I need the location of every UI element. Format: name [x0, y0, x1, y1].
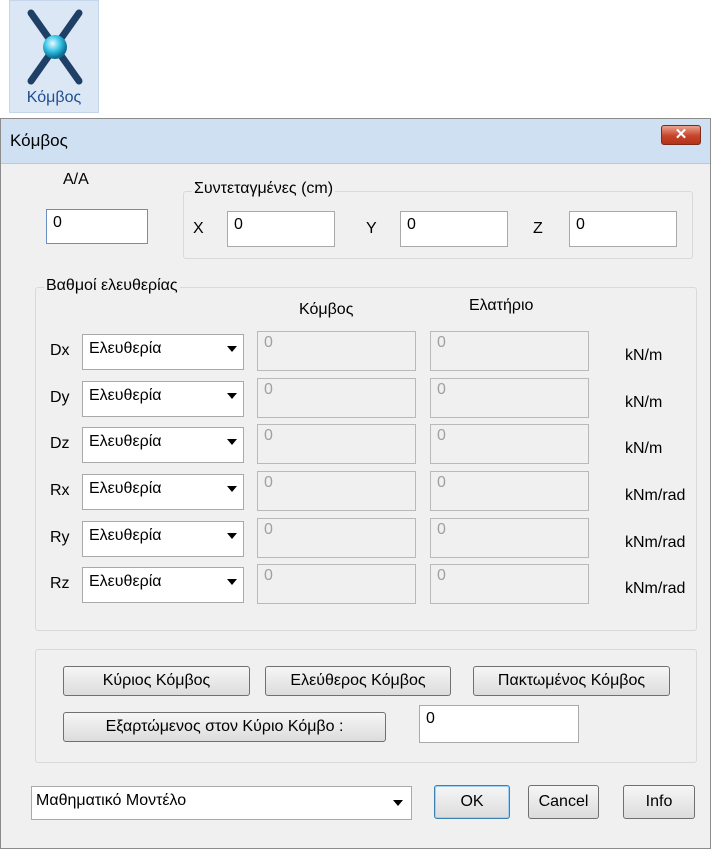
node-icon: [27, 9, 83, 85]
dof-option-value: Ελευθερία: [89, 340, 162, 357]
dof-option-select[interactable]: Ελευθερία: [82, 381, 244, 417]
ok-button[interactable]: OK: [434, 785, 510, 819]
dof-node-value: 0: [257, 564, 416, 604]
dof-unit: kN/m: [625, 347, 663, 364]
chevron-down-icon: [393, 800, 403, 806]
ribbon-node-button[interactable]: Κόμβος: [9, 0, 99, 113]
dependent-on-main-node-button[interactable]: Εξαρτώμενος στον Κύριο Κόμβο :: [63, 712, 386, 742]
dof-row-label: Ry: [50, 529, 70, 546]
chevron-down-icon: [227, 579, 237, 585]
main-node-number-input[interactable]: 0: [419, 705, 579, 743]
model-select[interactable]: Μαθηματικό Μοντέλο: [31, 786, 412, 820]
close-button[interactable]: ✕: [661, 125, 701, 145]
dof-node-value: 0: [257, 424, 416, 464]
dof-node-value: 0: [257, 378, 416, 418]
aa-input[interactable]: 0: [46, 209, 148, 244]
dof-spring-value: 0: [430, 331, 589, 371]
dof-option-value: Ελευθερία: [89, 387, 162, 404]
dof-option-select[interactable]: Ελευθερία: [82, 427, 244, 463]
aa-label: Α/Α: [63, 171, 89, 188]
title-bar: Κόμβος ✕: [1, 119, 710, 164]
dof-option-value: Ελευθερία: [89, 480, 162, 497]
dof-row-label: Rx: [50, 482, 70, 499]
main-node-button[interactable]: Κύριος Κόμβος: [63, 666, 250, 696]
dof-spring-value: 0: [430, 564, 589, 604]
info-button[interactable]: Info: [623, 785, 695, 819]
dof-node-value: 0: [257, 471, 416, 511]
dof-spring-value: 0: [430, 378, 589, 418]
dof-unit: kNm/rad: [625, 487, 686, 504]
z-input[interactable]: 0: [569, 211, 677, 247]
dof-option-select[interactable]: Ελευθερία: [82, 334, 244, 370]
dof-option-select[interactable]: Ελευθερία: [82, 567, 244, 603]
dof-col-node: Κόμβος: [299, 301, 354, 318]
x-label: X: [193, 220, 204, 237]
dof-row-label: Rz: [50, 575, 70, 592]
dialog-title: Κόμβος: [10, 131, 68, 150]
dof-row-label: Dz: [50, 435, 70, 452]
dof-legend: Βαθμοί ελευθερίας: [44, 277, 180, 295]
dof-option-value: Ελευθερία: [89, 573, 162, 590]
dof-option-select[interactable]: Ελευθερία: [82, 474, 244, 510]
dof-unit: kN/m: [625, 440, 663, 457]
dof-spring-value: 0: [430, 424, 589, 464]
chevron-down-icon: [227, 439, 237, 445]
dof-node-value: 0: [257, 518, 416, 558]
chevron-down-icon: [227, 486, 237, 492]
dof-spring-value: 0: [430, 471, 589, 511]
dof-row-label: Dy: [50, 389, 70, 406]
node-dialog: Κόμβος ✕ Α/Α 0 Συντεταγμένες (cm) X 0 Y …: [0, 118, 711, 849]
dof-option-value: Ελευθερία: [89, 527, 162, 544]
free-node-button[interactable]: Ελεύθερος Κόμβος: [265, 666, 451, 696]
chevron-down-icon: [227, 533, 237, 539]
coordinates-legend: Συντεταγμένες (cm): [192, 180, 336, 198]
dof-col-spring: Ελατήριο: [469, 297, 534, 314]
z-label: Z: [533, 220, 543, 237]
x-input[interactable]: 0: [227, 211, 335, 247]
ribbon-node-label: Κόμβος: [26, 89, 82, 106]
dof-unit: kNm/rad: [625, 580, 686, 597]
close-icon: ✕: [674, 126, 688, 143]
dof-unit: kN/m: [625, 394, 663, 411]
dof-row-label: Dx: [50, 342, 70, 359]
y-input[interactable]: 0: [400, 211, 508, 247]
dof-option-select[interactable]: Ελευθερία: [82, 521, 244, 557]
dof-option-value: Ελευθερία: [89, 433, 162, 450]
dof-node-value: 0: [257, 331, 416, 371]
dof-spring-value: 0: [430, 518, 589, 558]
chevron-down-icon: [227, 346, 237, 352]
chevron-down-icon: [227, 393, 237, 399]
y-label: Y: [366, 220, 377, 237]
dof-unit: kNm/rad: [625, 534, 686, 551]
model-select-value: Μαθηματικό Μοντέλο: [36, 792, 187, 809]
fixed-node-button[interactable]: Πακτωμένος Κόμβος: [473, 666, 670, 696]
cancel-button[interactable]: Cancel: [528, 785, 599, 819]
